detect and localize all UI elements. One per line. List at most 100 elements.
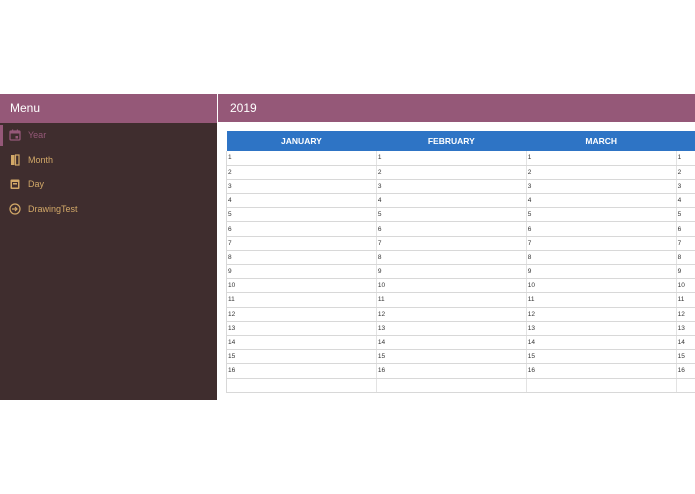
day-cell[interactable]: 5 — [375, 207, 527, 223]
month-header: FEBRUARY — [376, 131, 527, 151]
day-cell[interactable]: 2 — [375, 165, 527, 180]
day-cell[interactable]: 6 — [525, 221, 677, 237]
book-icon — [9, 154, 21, 166]
day-cell[interactable]: 16 — [375, 363, 527, 379]
day-cell[interactable]: 5 — [675, 207, 695, 223]
day-cell[interactable]: 3 — [675, 179, 695, 195]
day-cell[interactable]: 7 — [375, 236, 527, 251]
table-row: 14 14 14 14 — [226, 335, 695, 351]
day-cell[interactable]: 1 — [375, 151, 527, 166]
day-cell[interactable]: 4 — [375, 193, 527, 209]
day-cell[interactable]: 13 — [226, 321, 377, 336]
table-row: 3333 — [226, 179, 695, 195]
app-window: Menu Year Month Day DrawingTest 2019 JAN… — [0, 94, 695, 400]
day-cell[interactable] — [525, 378, 677, 393]
table-row: 15 15 15 15 — [226, 349, 695, 365]
day-cell[interactable]: 10 — [675, 278, 695, 294]
table-row: 11 11 11 11 — [226, 292, 695, 308]
day-cell[interactable]: 15 — [375, 349, 527, 365]
sidebar-item-day[interactable]: Day — [0, 172, 217, 197]
day-cell[interactable]: 12 — [226, 307, 377, 322]
day-cell[interactable]: 6 — [375, 221, 527, 237]
day-cell[interactable] — [226, 378, 377, 393]
day-cell[interactable]: 3 — [525, 179, 677, 195]
day-cell[interactable]: 5 — [525, 207, 677, 223]
day-cell[interactable]: 2 — [226, 165, 377, 180]
day-cell[interactable]: 14 — [375, 335, 527, 351]
day-cell[interactable]: 7 — [675, 236, 695, 251]
page-title: 2019 — [218, 94, 695, 122]
day-cell[interactable]: 3 — [375, 179, 527, 195]
day-cell[interactable]: 4 — [525, 193, 677, 209]
year-calendar-table: JANUARY FEBRUARY MARCH 1111222233334444555… — [226, 131, 695, 393]
day-cell[interactable]: 14 — [226, 335, 377, 351]
table-row: 1111 — [226, 151, 695, 166]
day-cell[interactable]: 1 — [226, 151, 377, 166]
day-cell[interactable]: 7 — [525, 236, 677, 251]
table-row: 12 12 12 12 — [226, 307, 695, 322]
day-cell[interactable]: 6 — [675, 221, 695, 237]
day-cell[interactable]: 11 — [375, 292, 527, 308]
table-row: 7777 — [226, 236, 695, 251]
day-cell[interactable]: 10 — [375, 278, 527, 294]
sidebar: Menu Year Month Day DrawingTest — [0, 94, 217, 400]
sidebar-title: Menu — [0, 94, 217, 123]
table-row: 5555 — [226, 207, 695, 223]
day-cell[interactable]: 14 — [675, 335, 695, 351]
day-cell[interactable]: 8 — [525, 250, 677, 266]
day-cell[interactable]: 13 — [675, 321, 695, 336]
day-cell[interactable]: 16 — [226, 363, 377, 379]
arrow-circle-icon — [9, 203, 21, 215]
day-cell[interactable]: 9 — [675, 264, 695, 280]
day-cell[interactable]: 10 — [525, 278, 677, 294]
table-row: 8888 — [226, 250, 695, 266]
sidebar-item-label: DrawingTest — [28, 203, 78, 214]
day-cell[interactable]: 11 — [226, 292, 377, 308]
sidebar-item-year[interactable]: Year — [0, 123, 217, 148]
table-row: 13 13 13 13 — [226, 321, 695, 336]
day-cell[interactable]: 11 — [525, 292, 677, 308]
day-cell[interactable]: 12 — [375, 307, 527, 322]
day-cell[interactable]: 7 — [226, 236, 377, 251]
sidebar-item-month[interactable]: Month — [0, 148, 217, 173]
day-cell[interactable]: 8 — [675, 250, 695, 266]
day-cell[interactable]: 13 — [375, 321, 527, 336]
day-cell[interactable]: 10 — [226, 278, 377, 294]
day-cell[interactable]: 13 — [525, 321, 677, 336]
day-cell[interactable]: 2 — [525, 165, 677, 180]
month-header — [676, 131, 695, 151]
day-cell[interactable]: 12 — [525, 307, 677, 322]
day-cell[interactable]: 6 — [226, 221, 377, 237]
day-cell[interactable]: 1 — [675, 151, 695, 166]
sidebar-item-label: Day — [28, 179, 45, 190]
day-cell[interactable]: 15 — [675, 349, 695, 365]
day-cell[interactable]: 9 — [375, 264, 527, 280]
day-cell[interactable]: 15 — [525, 349, 677, 365]
day-cell[interactable]: 14 — [525, 335, 677, 351]
day-cell[interactable]: 11 — [675, 292, 695, 308]
table-row: 16 16 16 16 — [226, 363, 695, 379]
day-cell[interactable]: 8 — [375, 250, 527, 266]
day-cell[interactable] — [375, 378, 527, 393]
table-row: 6666 — [226, 221, 695, 237]
day-cell[interactable]: 3 — [226, 179, 377, 195]
day-cell[interactable]: 4 — [675, 193, 695, 209]
main-panel: 2019 JANUARY FEBRUARY MARCH 11112222333344… — [218, 94, 695, 400]
day-cell[interactable]: 16 — [675, 363, 695, 379]
month-header: MARCH — [526, 131, 677, 151]
day-cell[interactable]: 8 — [226, 250, 377, 266]
day-cell[interactable]: 4 — [226, 193, 377, 209]
day-cell[interactable]: 1 — [525, 151, 677, 166]
day-cell[interactable]: 2 — [675, 165, 695, 180]
sidebar-item-label: Year — [28, 130, 47, 141]
day-cell[interactable] — [675, 378, 695, 393]
table-row: 10 10 10 10 — [226, 278, 695, 294]
day-cell[interactable]: 5 — [226, 207, 377, 223]
day-cell[interactable]: 16 — [525, 363, 677, 379]
day-cell[interactable]: 12 — [675, 307, 695, 322]
day-cell[interactable]: 9 — [226, 264, 377, 280]
day-cell[interactable]: 9 — [525, 264, 677, 280]
sidebar-item-drawingtest[interactable]: DrawingTest — [0, 197, 217, 222]
day-cell[interactable]: 15 — [226, 349, 377, 365]
table-row: 2222 — [226, 165, 695, 180]
